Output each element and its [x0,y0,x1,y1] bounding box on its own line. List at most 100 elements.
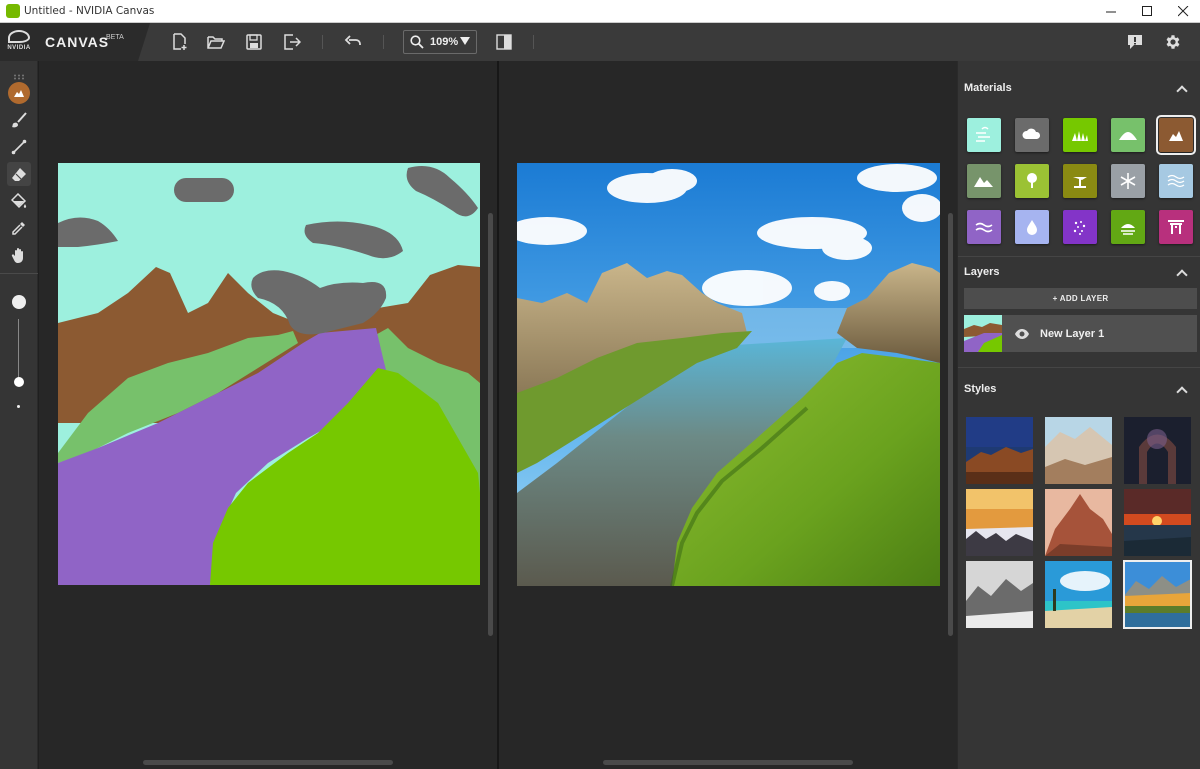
material-cloud-button[interactable] [1015,118,1049,152]
drag-handle-icon[interactable] [13,67,25,80]
material-tree-button[interactable] [1015,164,1049,198]
material-plant-button[interactable] [1111,210,1145,244]
eraser-tool[interactable] [7,162,31,186]
save-button[interactable] [242,31,266,53]
maximize-button[interactable] [1129,0,1165,23]
paint-bucket-icon [11,193,27,209]
material-bush-button[interactable] [1063,164,1097,198]
plant-icon [1121,224,1135,235]
tool-divider [0,273,38,274]
nvidia-logo: NVIDIA [6,29,32,55]
river-icon [975,222,993,233]
line-icon [11,139,27,155]
style-thumbnail[interactable] [966,489,1033,556]
fill-tool[interactable] [7,189,31,213]
minimize-icon [1105,11,1116,13]
section-divider [958,367,1200,368]
save-icon [246,34,262,50]
material-sea-button[interactable] [1159,164,1193,198]
split-view-icon [496,34,512,50]
eye-icon[interactable] [1014,328,1030,340]
toggle-view-button[interactable] [492,31,516,53]
style-thumbnail[interactable] [1124,417,1191,484]
zoom-value: 109% [430,36,459,48]
minimize-button[interactable] [1093,0,1129,23]
eyedropper-tool[interactable] [7,216,31,240]
layers-collapse-icon[interactable] [1176,269,1188,281]
app-icon [6,4,20,18]
output-vertical-scrollbar[interactable] [948,213,953,636]
paint-vertical-scrollbar[interactable] [488,213,493,636]
mountain-icon [974,177,993,187]
material-rock-button[interactable] [1156,115,1196,155]
bush-icon [1073,177,1087,188]
new-file-icon [173,33,187,50]
style-thumbnail[interactable] [1124,489,1191,556]
generated-image [517,163,940,586]
water-icon [1027,220,1037,235]
export-button[interactable] [280,31,304,53]
styles-title: Styles [964,383,997,395]
layer-name[interactable]: New Layer 1 [1040,328,1104,340]
window-titlebar: Untitled - NVIDIA Canvas [0,0,1200,23]
pane-divider[interactable] [497,61,499,769]
paint-canvas[interactable] [58,163,480,585]
material-snow-button[interactable] [1111,164,1145,198]
window-title: Untitled - NVIDIA Canvas [24,5,155,17]
materials-title: Materials [964,82,1012,94]
top-toolbar: NVIDIA CANVAS BETA 109% [0,23,1200,61]
layers-title: Layers [964,266,1000,278]
pan-tool[interactable] [7,243,31,267]
close-button[interactable] [1165,0,1200,23]
sky-icon [976,126,990,142]
brush-size-slider-thumb[interactable] [14,376,24,387]
gear-icon [1166,35,1180,49]
brush-size-track[interactable] [18,319,19,385]
material-grass-button[interactable] [1063,118,1097,152]
close-icon [1177,6,1188,17]
style-thumbnail[interactable] [966,561,1033,628]
styles-collapse-icon[interactable] [1176,386,1188,398]
rock-icon [1169,131,1183,141]
fog-icon [1073,221,1086,235]
material-river-button[interactable] [967,210,1001,244]
hand-icon [11,248,23,263]
toolbar-separator [383,35,384,49]
material-fog-button[interactable] [1063,210,1097,244]
cloud-icon [1022,128,1041,139]
material-water-button[interactable] [1015,210,1049,244]
right-panel: Materials Layers + ADD LAYER New Layer 1… [957,61,1200,769]
material-sky-button[interactable] [967,118,1001,152]
style-thumbnail[interactable] [1045,417,1112,484]
undo-button[interactable] [341,31,365,53]
style-thumbnail[interactable] [1045,489,1112,556]
beta-badge: BETA [106,34,124,41]
output-horizontal-scrollbar[interactable] [603,760,853,765]
undo-icon [344,35,361,45]
material-hill-button[interactable] [1111,118,1145,152]
style-thumbnail[interactable] [1045,561,1112,628]
brand-area: NVIDIA CANVAS BETA [0,23,150,61]
chevron-down-icon [460,37,470,45]
settings-button[interactable] [1161,31,1185,53]
line-tool[interactable] [7,135,31,159]
new-file-button[interactable] [167,31,191,53]
material-tool[interactable] [7,81,31,105]
layer-item[interactable]: New Layer 1 [964,315,1197,352]
hill-icon [1119,132,1137,140]
materials-collapse-icon[interactable] [1176,85,1188,97]
feedback-button[interactable] [1123,31,1147,53]
tool-strip [0,61,38,769]
style-thumbnail-selected[interactable] [1123,560,1192,629]
style-thumbnail[interactable] [966,417,1033,484]
zoom-dropdown[interactable]: 109% [403,30,477,54]
material-mountain-button[interactable] [967,164,1001,198]
open-file-button[interactable] [204,31,228,53]
material-gate-button[interactable] [1159,210,1193,244]
paint-horizontal-scrollbar[interactable] [143,760,393,765]
material-rock-icon [8,82,30,104]
brush-size-large-icon [12,295,26,309]
brush-tool[interactable] [7,108,31,132]
add-layer-button[interactable]: + ADD LAYER [964,288,1197,309]
section-divider [958,256,1200,257]
